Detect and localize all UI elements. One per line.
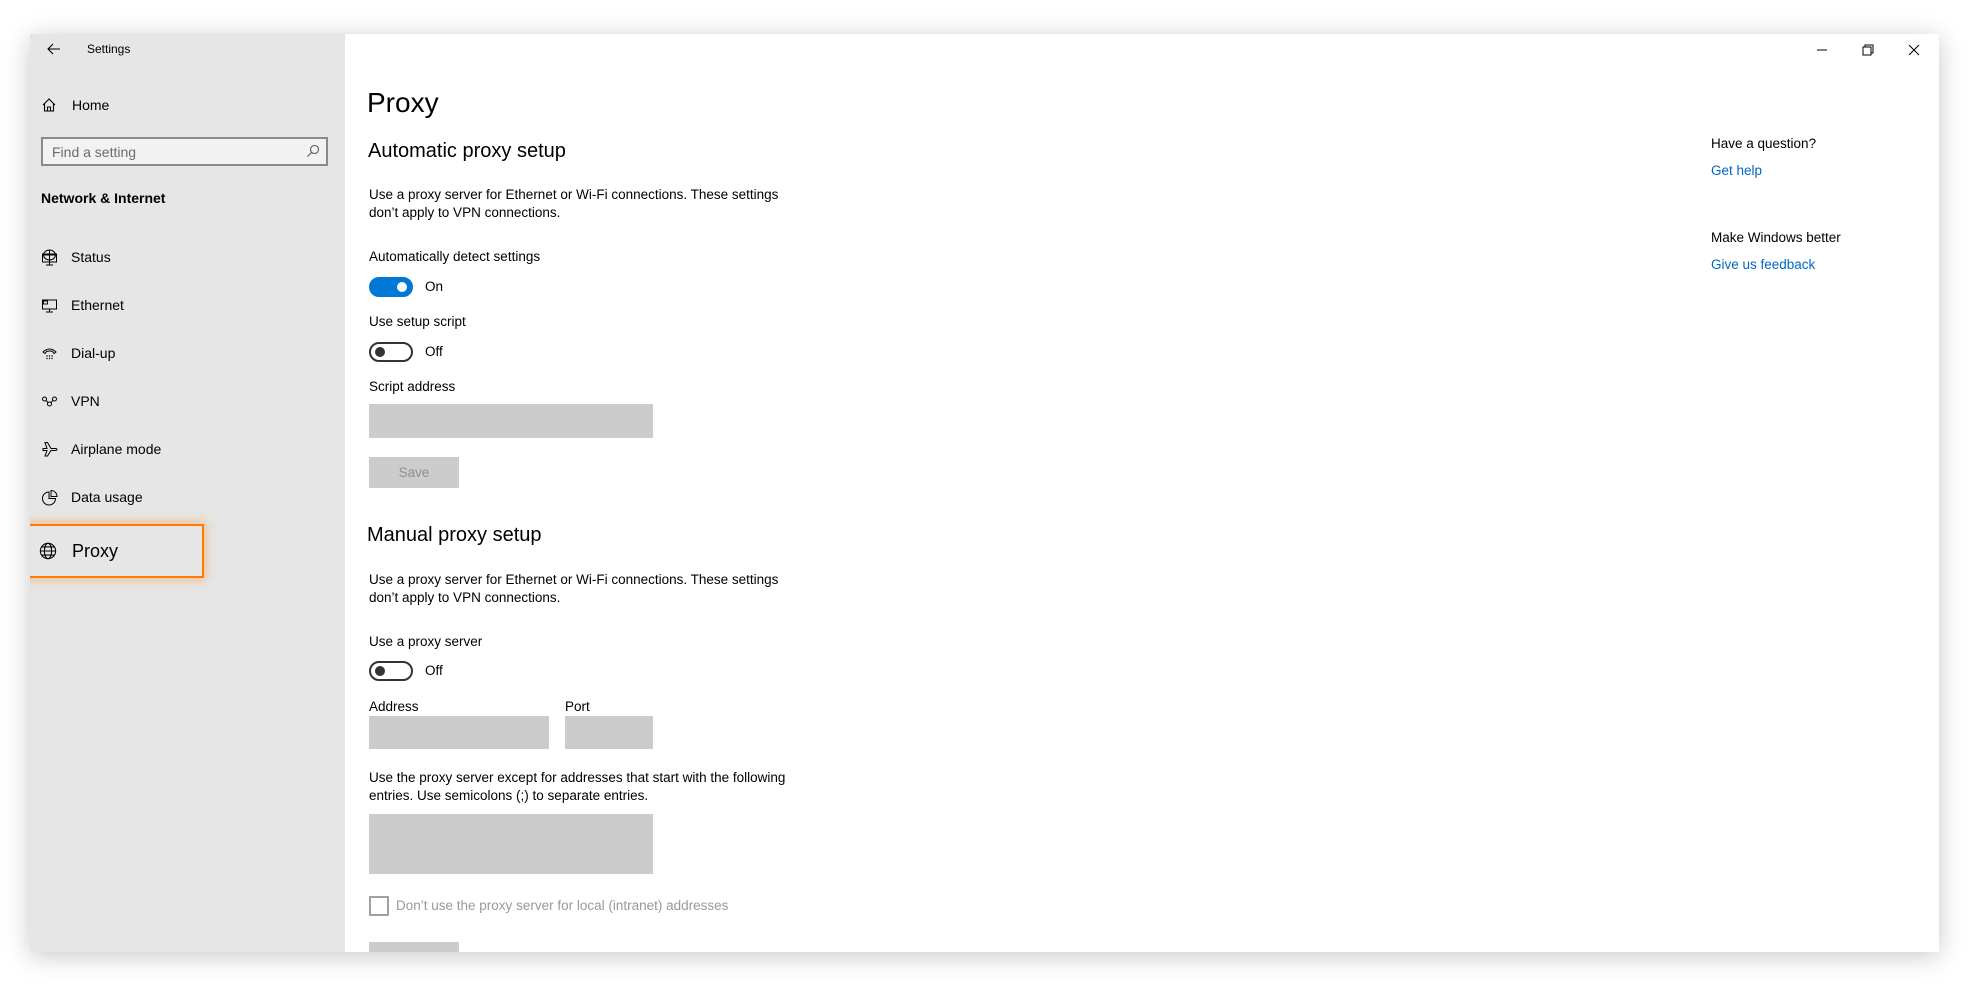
automatic-proxy-heading: Automatic proxy setup [368,140,566,162]
sidebar-item-label: Proxy [72,540,119,561]
sidebar-item-proxy[interactable]: Proxy [30,524,204,578]
toggle-knob [375,666,385,676]
window-title: Settings [87,42,131,56]
auto-detect-label: Automatically detect settings [369,249,541,264]
feedback-heading: Make Windows better [1711,230,1841,245]
manual-proxy-description: Use a proxy server for Ethernet or Wi-Fi… [369,572,779,605]
save-button[interactable]: Save [369,457,459,488]
sidebar-item-label: VPN [71,393,100,409]
main-content: Proxy Automatic proxy setup Use a proxy … [345,34,1939,952]
question-heading: Have a question? [1711,136,1817,151]
sidebar-item-home[interactable]: Home [30,85,345,125]
home-icon [40,96,58,114]
ethernet-monitor-icon [40,296,58,314]
back-arrow-icon [47,43,60,55]
exceptions-description: Use the proxy server except for addresse… [369,770,786,803]
manual-save-button[interactable] [369,942,459,952]
search-icon[interactable] [306,144,320,163]
address-input[interactable] [369,716,549,749]
use-proxy-label: Use a proxy server [369,634,483,649]
search-input[interactable] [52,142,292,162]
sidebar-item-label: Airplane mode [71,441,162,457]
port-input[interactable] [565,716,653,749]
telephone-icon [40,344,58,362]
sidebar-item-label: Dial-up [71,345,116,361]
sidebar-item-status[interactable]: Status [30,237,345,277]
setup-script-state: Off [425,344,443,359]
use-proxy-state: Off [425,663,443,678]
port-label: Port [565,699,590,714]
use-proxy-toggle[interactable] [369,661,413,681]
setup-script-label: Use setup script [369,314,466,329]
auto-detect-toggle[interactable] [369,277,413,297]
auto-detect-state: On [425,279,444,294]
globe-icon [39,542,57,560]
give-feedback-link[interactable]: Give us feedback [1711,257,1815,272]
local-bypass-checkbox[interactable] [369,896,389,916]
automatic-proxy-description: Use a proxy server for Ethernet or Wi-Fi… [369,187,779,220]
exceptions-textarea[interactable] [369,814,653,874]
script-address-input[interactable] [369,404,653,438]
sidebar-item-airplane-mode[interactable]: Airplane mode [30,429,345,469]
settings-window: Settings Home Network & Internet Status [30,34,1939,952]
vpn-link-icon [40,392,58,410]
globe-monitor-icon [40,248,58,266]
manual-proxy-heading: Manual proxy setup [367,524,542,546]
page-title: Proxy [367,87,439,118]
script-address-label: Script address [369,379,456,394]
sidebar-item-label: Ethernet [71,297,124,313]
airplane-icon [40,440,58,458]
sidebar-item-data-usage[interactable]: Data usage [30,477,345,517]
toggle-knob [375,347,385,357]
address-label: Address [369,699,419,714]
search-box[interactable] [41,137,328,166]
sidebar-item-dial-up[interactable]: Dial-up [30,333,345,373]
sidebar-item-vpn[interactable]: VPN [30,381,345,421]
toggle-knob [397,282,407,292]
setup-script-toggle[interactable] [369,342,413,362]
sidebar: Settings Home Network & Internet Status [30,34,345,952]
sidebar-item-label: Status [71,249,111,265]
pie-chart-icon [40,488,58,506]
section-title: Network & Internet [41,190,166,206]
sidebar-item-label: Home [72,97,110,113]
get-help-link[interactable]: Get help [1711,163,1762,178]
sidebar-item-label: Data usage [71,489,143,505]
sidebar-item-ethernet[interactable]: Ethernet [30,285,345,325]
local-bypass-label: Don’t use the proxy server for local (in… [396,898,729,913]
back-button[interactable] [40,38,68,60]
